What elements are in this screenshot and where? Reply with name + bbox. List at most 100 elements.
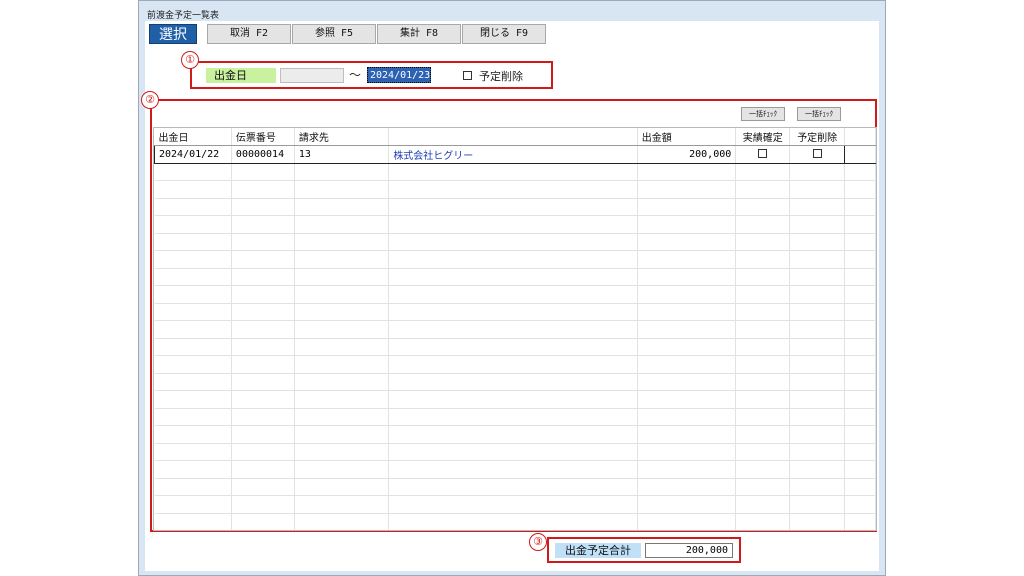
empty-cell[interactable]	[637, 180, 737, 199]
empty-cell[interactable]	[789, 198, 846, 216]
cancel-f2-button[interactable]: 取消 F2	[207, 24, 291, 44]
empty-row[interactable]	[154, 408, 876, 426]
empty-cell[interactable]	[789, 408, 846, 426]
col-header-confirm[interactable]: 実績確定	[735, 128, 791, 146]
empty-cell[interactable]	[844, 303, 876, 321]
empty-cell[interactable]	[231, 408, 295, 426]
cell-amount[interactable]: 200,000	[637, 145, 737, 164]
empty-cell[interactable]	[637, 285, 737, 304]
empty-cell[interactable]	[294, 180, 390, 199]
empty-row[interactable]	[154, 338, 876, 356]
empty-cell[interactable]	[294, 198, 390, 216]
empty-cell[interactable]	[789, 215, 846, 234]
empty-cell[interactable]	[294, 495, 390, 514]
empty-row[interactable]	[154, 163, 876, 181]
empty-cell[interactable]	[637, 268, 737, 286]
empty-cell[interactable]	[154, 303, 232, 321]
empty-row[interactable]	[154, 198, 876, 216]
empty-cell[interactable]	[388, 495, 638, 514]
empty-cell[interactable]	[735, 478, 791, 496]
empty-row[interactable]	[154, 425, 876, 444]
empty-cell[interactable]	[735, 163, 791, 181]
table-row[interactable]: 2024/01/22 00000014 13 株式会社ヒグリー 200,000	[154, 145, 876, 164]
empty-cell[interactable]	[637, 513, 737, 530]
empty-cell[interactable]	[844, 285, 876, 304]
empty-cell[interactable]	[789, 425, 846, 444]
col-header-payee[interactable]: 請求先	[294, 128, 390, 146]
empty-cell[interactable]	[294, 338, 390, 356]
empty-cell[interactable]	[231, 198, 295, 216]
empty-cell[interactable]	[388, 355, 638, 374]
empty-cell[interactable]	[154, 495, 232, 514]
col-header-date[interactable]: 出金日	[154, 128, 232, 146]
empty-cell[interactable]	[154, 443, 232, 461]
empty-cell[interactable]	[294, 285, 390, 304]
empty-row[interactable]	[154, 250, 876, 269]
empty-row[interactable]	[154, 320, 876, 339]
col-header-amount[interactable]: 出金額	[637, 128, 737, 146]
reference-f5-button[interactable]: 参照 F5	[292, 24, 376, 44]
empty-row[interactable]	[154, 373, 876, 391]
empty-cell[interactable]	[294, 460, 390, 479]
empty-cell[interactable]	[844, 250, 876, 269]
empty-row[interactable]	[154, 478, 876, 496]
empty-cell[interactable]	[154, 320, 232, 339]
date-from-input[interactable]	[280, 68, 344, 83]
empty-cell[interactable]	[388, 443, 638, 461]
empty-cell[interactable]	[789, 163, 846, 181]
empty-cell[interactable]	[637, 373, 737, 391]
confirm-checkbox[interactable]	[758, 149, 768, 159]
empty-cell[interactable]	[844, 338, 876, 356]
empty-cell[interactable]	[294, 303, 390, 321]
empty-cell[interactable]	[154, 460, 232, 479]
empty-cell[interactable]	[388, 250, 638, 269]
empty-cell[interactable]	[231, 355, 295, 374]
aggregate-f8-button[interactable]: 集計 F8	[377, 24, 461, 44]
empty-cell[interactable]	[735, 215, 791, 234]
empty-cell[interactable]	[294, 513, 390, 530]
empty-cell[interactable]	[388, 478, 638, 496]
empty-cell[interactable]	[154, 355, 232, 374]
select-button[interactable]: 選択	[149, 24, 197, 44]
empty-cell[interactable]	[231, 443, 295, 461]
empty-cell[interactable]	[789, 233, 846, 251]
empty-cell[interactable]	[844, 180, 876, 199]
empty-cell[interactable]	[735, 425, 791, 444]
empty-cell[interactable]	[735, 250, 791, 269]
empty-cell[interactable]	[294, 233, 390, 251]
empty-cell[interactable]	[388, 180, 638, 199]
empty-cell[interactable]	[637, 460, 737, 479]
empty-cell[interactable]	[844, 373, 876, 391]
empty-cell[interactable]	[231, 163, 295, 181]
empty-cell[interactable]	[789, 443, 846, 461]
cell-payee-name[interactable]: 株式会社ヒグリー	[388, 145, 638, 164]
empty-cell[interactable]	[789, 355, 846, 374]
empty-row[interactable]	[154, 460, 876, 479]
close-f9-button[interactable]: 閉じる F9	[462, 24, 546, 44]
empty-cell[interactable]	[388, 408, 638, 426]
empty-cell[interactable]	[789, 285, 846, 304]
empty-cell[interactable]	[735, 460, 791, 479]
empty-cell[interactable]	[637, 338, 737, 356]
empty-cell[interactable]	[789, 338, 846, 356]
delete-checkbox[interactable]	[812, 149, 822, 159]
empty-cell[interactable]	[844, 495, 876, 514]
empty-cell[interactable]	[231, 390, 295, 409]
col-header-delete[interactable]: 予定削除	[789, 128, 846, 146]
empty-cell[interactable]	[844, 390, 876, 409]
empty-cell[interactable]	[231, 268, 295, 286]
empty-cell[interactable]	[154, 408, 232, 426]
empty-cell[interactable]	[844, 163, 876, 181]
empty-cell[interactable]	[154, 338, 232, 356]
empty-cell[interactable]	[844, 460, 876, 479]
empty-cell[interactable]	[735, 268, 791, 286]
empty-cell[interactable]	[844, 443, 876, 461]
cell-date[interactable]: 2024/01/22	[154, 145, 232, 164]
empty-cell[interactable]	[294, 355, 390, 374]
empty-cell[interactable]	[294, 408, 390, 426]
empty-cell[interactable]	[294, 268, 390, 286]
date-to-input[interactable]: 2024/01/23	[367, 67, 431, 83]
empty-cell[interactable]	[154, 373, 232, 391]
empty-row[interactable]	[154, 285, 876, 304]
empty-cell[interactable]	[637, 215, 737, 234]
